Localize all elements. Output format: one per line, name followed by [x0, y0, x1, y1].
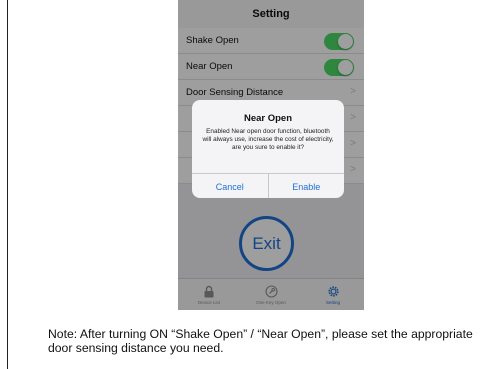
dialog-message: Enabled Near open door function, bluetoo…	[202, 128, 334, 151]
instruction-note: Note: After turning ON “Shake Open” / “N…	[48, 327, 473, 355]
page-border	[7, 0, 8, 369]
dialog-title: Near Open	[243, 113, 293, 124]
dialog-actions: Cancel Enable	[192, 173, 344, 198]
near-open-dialog: Near Open Enabled Near open door functio…	[192, 100, 344, 198]
enable-button[interactable]: Enable	[269, 174, 345, 198]
cancel-button[interactable]: Cancel	[192, 174, 269, 198]
